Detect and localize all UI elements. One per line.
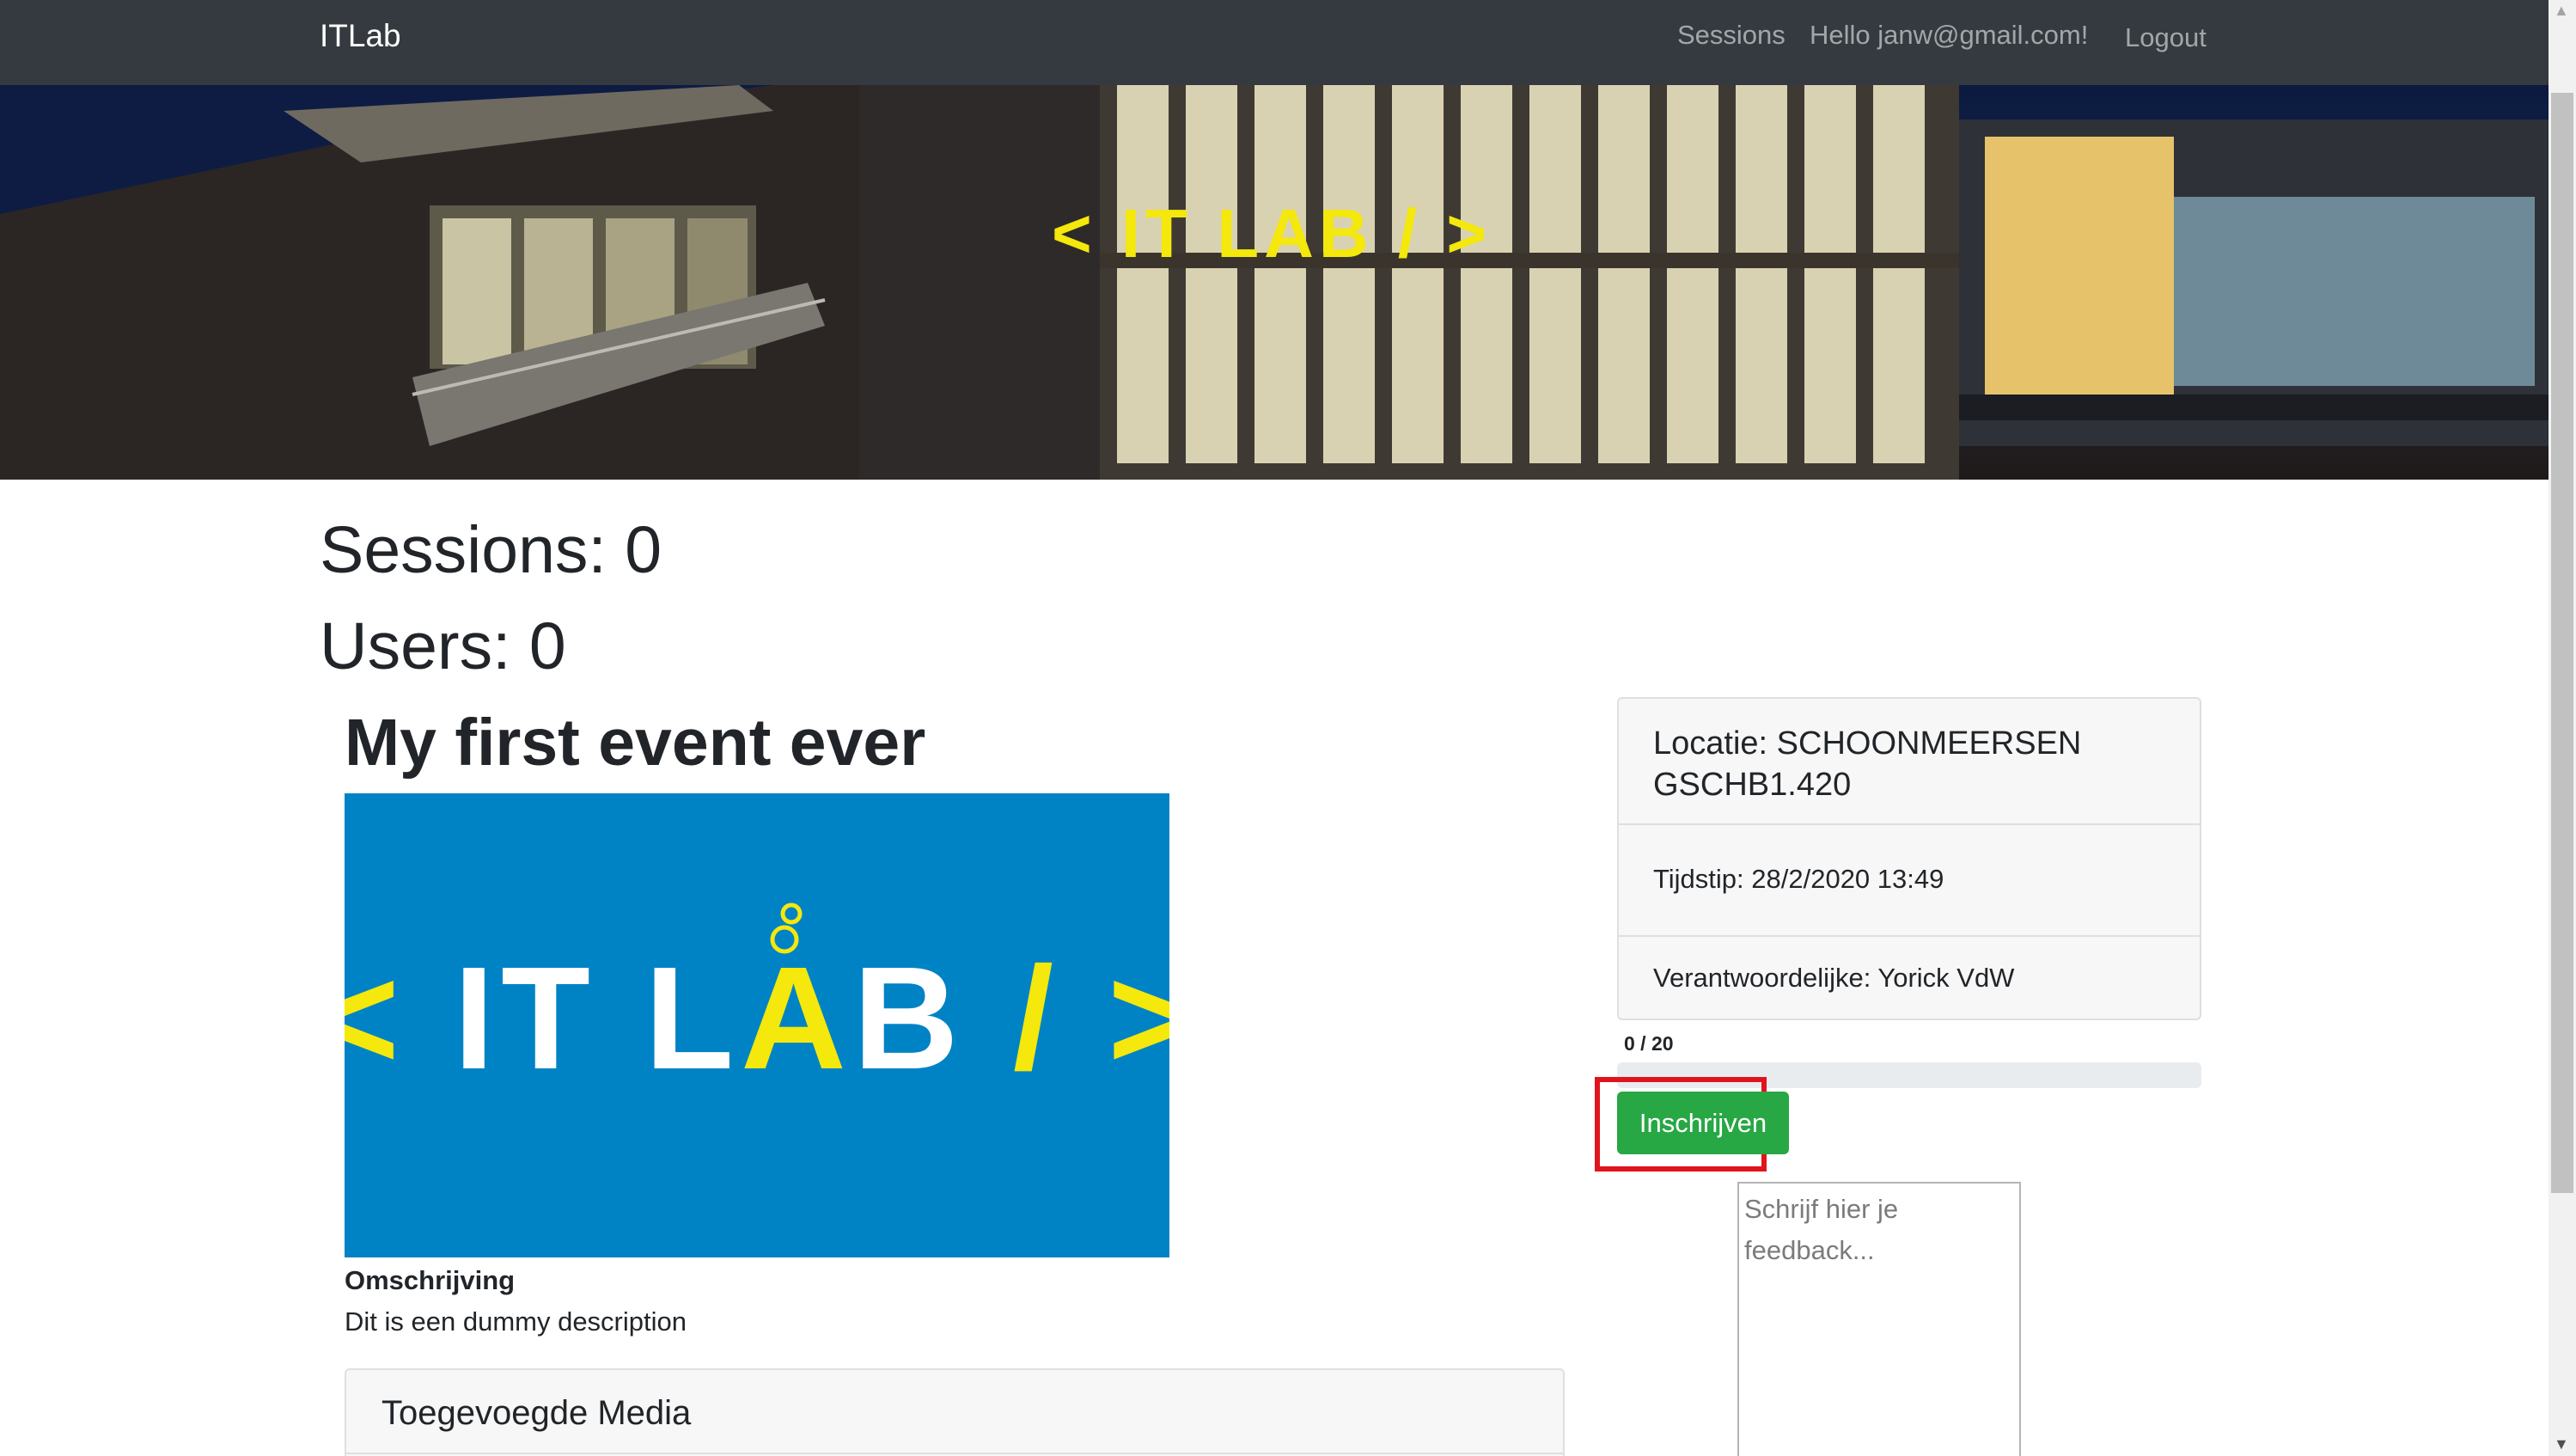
- users-count-heading: Users: 0: [320, 609, 566, 683]
- description-text: Dit is een dummy description: [345, 1306, 687, 1337]
- nav-link-sessions[interactable]: Sessions: [1677, 18, 1785, 52]
- media-card: Toegevoegde Media: [345, 1368, 1565, 1456]
- svg-text:< IT LAB / >: < IT LAB / >: [345, 937, 1169, 1100]
- top-navbar: ITLab Sessions Hello janw@gmail.com! Log…: [0, 0, 2549, 85]
- itlab-logo: < IT LAB / >: [345, 902, 1169, 1100]
- hero-banner: < IT LAB / >: [0, 85, 2549, 480]
- hero-logo: < IT LAB / >: [1052, 195, 1492, 272]
- capacity-label: 0 / 20: [1624, 1032, 1674, 1055]
- location-text: Locatie: SCHOONMEERSEN GSCHB1.420: [1653, 725, 2082, 803]
- media-card-title: Toegevoegde Media: [382, 1394, 692, 1432]
- scroll-up-arrow-icon[interactable]: ▲: [2554, 2, 2569, 20]
- description-label: Omschrijving: [345, 1265, 516, 1295]
- responsible-text: Verantwoordelijke: Yorick VdW: [1653, 963, 2015, 993]
- sessions-count-heading: Sessions: 0: [320, 513, 662, 587]
- session-info-card: Locatie: SCHOONMEERSEN GSCHB1.420 Tijdst…: [1617, 697, 2201, 1020]
- info-divider: [1619, 935, 2200, 937]
- time-text: Tijdstip: 28/2/2020 13:49: [1653, 864, 1944, 894]
- nav-link-logout[interactable]: Logout: [2125, 21, 2207, 55]
- media-card-divider: [346, 1453, 1563, 1454]
- event-title: My first event ever: [345, 706, 926, 780]
- feedback-textarea[interactable]: [1737, 1182, 2021, 1456]
- event-image: < IT LAB / >: [345, 793, 1169, 1257]
- nav-link-user-greeting[interactable]: Hello janw@gmail.com!: [1810, 18, 2088, 52]
- navbar-brand[interactable]: ITLab: [320, 17, 401, 55]
- scroll-down-arrow-icon[interactable]: ▼: [2554, 1435, 2569, 1453]
- svg-text:< IT LAB / >: < IT LAB / >: [1052, 195, 1492, 272]
- info-divider: [1619, 823, 2200, 825]
- scrollbar-thumb[interactable]: [2551, 93, 2573, 1193]
- subscribe-button[interactable]: Inschrijven: [1617, 1092, 1789, 1154]
